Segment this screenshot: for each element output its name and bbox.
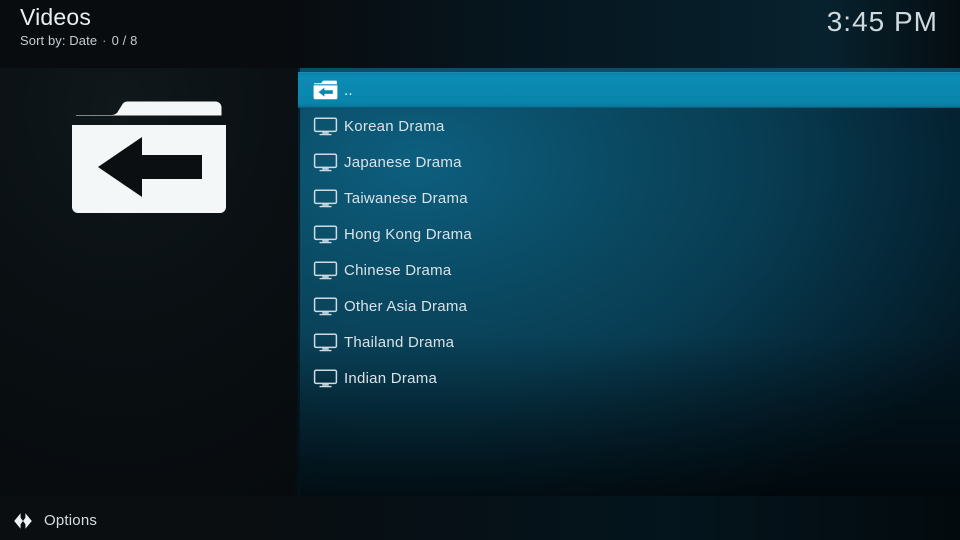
file-list[interactable]: .. Korean Drama Japanese Drama Taiwanese Dr…	[298, 72, 960, 396]
list-item[interactable]: Hong Kong Drama	[298, 216, 960, 252]
list-item-label: Hong Kong Drama	[344, 225, 472, 243]
header: Videos Sort by: Date · 0 / 8	[20, 4, 137, 49]
item-count: 0 / 8	[111, 33, 138, 48]
header-background	[0, 0, 960, 68]
left-right-arrows-icon	[12, 510, 34, 532]
list-item-selected[interactable]: ..	[298, 72, 960, 108]
kodi-videos-screen: Videos Sort by: Date · 0 / 8 3:45 PM .. Kor…	[0, 0, 960, 540]
list-item-label: Japanese Drama	[344, 153, 462, 171]
page-title: Videos	[20, 4, 92, 30]
list-item-label: Other Asia Drama	[344, 297, 468, 315]
tv-icon	[298, 332, 344, 352]
tv-icon	[298, 224, 344, 244]
list-item-label: ..	[344, 81, 353, 99]
list-item[interactable]: Japanese Drama	[298, 144, 960, 180]
tv-icon	[298, 152, 344, 172]
sort-label: Sort by: Date	[20, 33, 98, 48]
list-item[interactable]: Chinese Drama	[298, 252, 960, 288]
tv-icon	[298, 188, 344, 208]
tv-icon	[298, 116, 344, 136]
list-item-label: Chinese Drama	[344, 261, 452, 279]
footer-background	[0, 496, 960, 540]
list-item[interactable]: Other Asia Drama	[298, 288, 960, 324]
footer[interactable]: Options	[12, 510, 97, 532]
preview-pane	[0, 70, 298, 250]
header-subtitle: Sort by: Date · 0 / 8	[20, 32, 137, 49]
list-item-label: Taiwanese Drama	[344, 189, 468, 207]
list-item[interactable]: Korean Drama	[298, 108, 960, 144]
list-item[interactable]: Indian Drama	[298, 360, 960, 396]
options-label: Options	[44, 512, 98, 529]
list-item[interactable]: Thailand Drama	[298, 324, 960, 360]
folder-back-icon	[298, 80, 344, 100]
list-item-label: Thailand Drama	[344, 333, 455, 351]
subtitle-separator: ·	[102, 33, 107, 48]
list-item-label: Korean Drama	[344, 117, 445, 135]
clock: 3:45 PM	[826, 6, 938, 37]
tv-icon	[298, 368, 344, 388]
list-item-label: Indian Drama	[344, 369, 438, 387]
list-item[interactable]: Taiwanese Drama	[298, 180, 960, 216]
tv-icon	[298, 260, 344, 280]
folder-back-icon	[70, 99, 228, 221]
tv-icon	[298, 296, 344, 316]
